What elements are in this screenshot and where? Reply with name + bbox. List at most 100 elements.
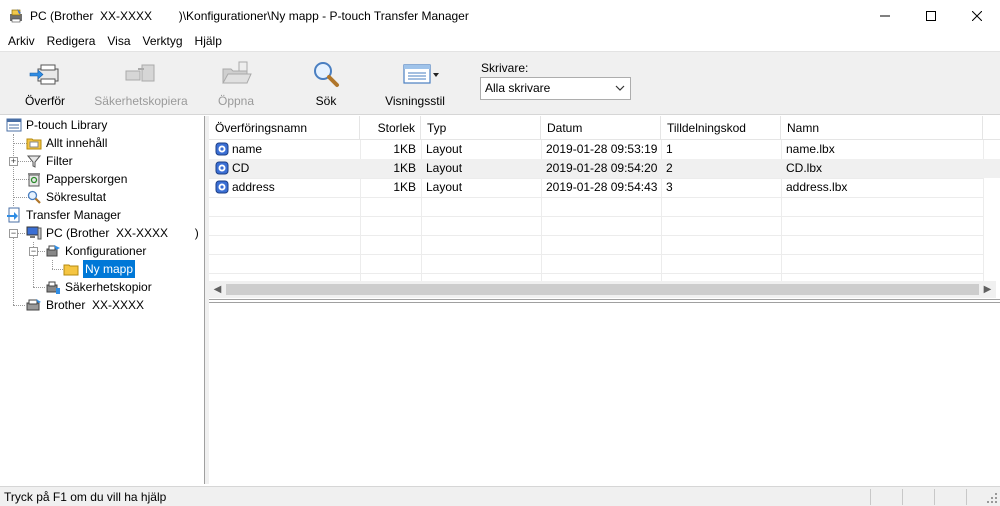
- folder-icon: [63, 264, 79, 276]
- close-icon: [972, 10, 982, 21]
- transfer-button[interactable]: Överför: [16, 52, 74, 114]
- menu-arkiv[interactable]: Arkiv: [2, 31, 41, 51]
- tree-label: Konfigurationer: [65, 244, 147, 258]
- expand-filter-toggle[interactable]: +: [9, 157, 18, 166]
- scroll-right-icon[interactable]: ▶: [979, 281, 996, 298]
- cell-file-name: name.lbx: [786, 142, 835, 156]
- printer-label: Skrivare:: [481, 61, 529, 75]
- table-row[interactable]: name 1KB Layout 2019-01-28 09:53:19 1 na…: [209, 140, 1000, 159]
- layout-file-icon: [215, 142, 229, 156]
- search-label: Sök: [315, 94, 337, 108]
- title-bar: PC (Brother XX-XXXX )\Konfigurationer\Ny…: [0, 0, 1000, 31]
- printer-select-value: Alla skrivare: [485, 81, 551, 95]
- transfer-printer-icon: [29, 64, 59, 85]
- horizontal-scrollbar[interactable]: ◀ ▶: [209, 281, 996, 298]
- view-style-label: Visningsstil: [385, 94, 445, 108]
- window-controls: [862, 0, 1000, 31]
- tree-item-configurations[interactable]: Konfigurationer: [45, 242, 146, 260]
- menu-verktyg[interactable]: Verktyg: [137, 31, 189, 51]
- table-row[interactable]: address 1KB Layout 2019-01-28 09:54:43 3…: [209, 178, 1000, 197]
- cell-size: 1KB: [393, 180, 416, 194]
- tree-label: Transfer Manager: [26, 208, 121, 222]
- maximize-icon: [926, 10, 936, 21]
- view-style-button[interactable]: Visningsstil: [382, 52, 448, 114]
- column-header-code[interactable]: Tilldelningskod: [661, 116, 781, 140]
- menu-redigera[interactable]: Redigera: [41, 31, 102, 51]
- tree-item-backups[interactable]: Säkerhetskopior: [45, 278, 152, 296]
- column-header-type[interactable]: Typ: [421, 116, 541, 140]
- computer-icon: [26, 226, 42, 240]
- menu-visa[interactable]: Visa: [101, 31, 136, 51]
- cell-type: Layout: [426, 180, 463, 194]
- list-header: Överföringsnamn Storlek Typ Datum Tillde…: [209, 116, 1000, 140]
- scroll-left-icon[interactable]: ◀: [209, 281, 226, 298]
- cell-date: 2019-01-28 09:53:19: [546, 142, 658, 156]
- tree-item-ptouch-library[interactable]: P-touch Library: [6, 116, 107, 134]
- printer-select[interactable]: Alla skrivare: [480, 77, 631, 100]
- collapse-configurations-toggle[interactable]: −: [29, 247, 38, 256]
- tree-label: Allt innehåll: [46, 136, 108, 150]
- tree-label: Sökresultat: [46, 190, 107, 204]
- column-header-transfer-name[interactable]: Överföringsnamn: [209, 116, 360, 140]
- minimize-button[interactable]: [862, 0, 908, 31]
- tree-label: PC (Brother XX-XXXX ): [46, 226, 199, 240]
- cell-size: 1KB: [393, 142, 416, 156]
- cell-type: Layout: [426, 161, 463, 175]
- cell-transfer-name: address: [232, 180, 275, 194]
- cell-size: 1KB: [393, 161, 416, 175]
- menu-hjalp[interactable]: Hjälp: [189, 31, 228, 51]
- open-button[interactable]: Öppna: [208, 52, 264, 114]
- recycle-bin-icon: [28, 173, 40, 187]
- tree-label: P-touch Library: [26, 118, 108, 132]
- column-header-date[interactable]: Datum: [541, 116, 661, 140]
- transfer-list: Överföringsnamn Storlek Typ Datum Tillde…: [209, 116, 1000, 300]
- cell-code: 3: [666, 180, 673, 194]
- preview-pane: [209, 302, 1000, 484]
- cell-file-name: address.lbx: [786, 180, 848, 194]
- backup-button[interactable]: Säkerhetskopiera: [92, 52, 190, 114]
- backup-label: Säkerhetskopiera: [94, 94, 188, 108]
- library-icon: [6, 118, 22, 132]
- cell-type: Layout: [426, 142, 463, 156]
- cell-code: 2: [666, 161, 673, 175]
- collapse-pc-toggle[interactable]: −: [9, 229, 18, 238]
- tree-label-selected: Ny mapp: [83, 260, 136, 278]
- cell-transfer-name: CD: [232, 161, 250, 175]
- tree-label: Papperskorgen: [46, 172, 128, 186]
- tree-item-search-results[interactable]: Sökresultat: [26, 188, 106, 206]
- maximize-button[interactable]: [908, 0, 954, 31]
- close-button[interactable]: [954, 0, 1000, 31]
- table-row[interactable]: CD 1KB Layout 2019-01-28 09:54:20 2 CD.l…: [209, 159, 1000, 178]
- tree-item-new-folder[interactable]: Ny mapp: [63, 260, 136, 278]
- app-icon[interactable]: [8, 8, 24, 24]
- tree-item-recycle[interactable]: Papperskorgen: [26, 170, 127, 188]
- filter-icon: [26, 155, 42, 168]
- folder-icon: [26, 138, 42, 150]
- cell-file-name: CD.lbx: [786, 161, 823, 175]
- status-text: Tryck på F1 om du vill ha hjälp: [4, 490, 167, 504]
- scrollbar-thumb[interactable]: [226, 284, 979, 295]
- resize-grip-icon[interactable]: [986, 492, 998, 504]
- tree-label: Filter: [46, 154, 73, 168]
- minimize-icon: [880, 15, 890, 16]
- folder-tree: P-touch Library Allt innehåll + Filter P…: [0, 116, 205, 484]
- column-header-size[interactable]: Storlek: [360, 116, 421, 140]
- tree-item-filter[interactable]: Filter: [26, 152, 73, 170]
- layout-file-icon: [215, 161, 229, 175]
- transfer-label: Överför: [24, 94, 65, 108]
- tree-label: Säkerhetskopior: [65, 280, 152, 294]
- cell-date: 2019-01-28 09:54:20: [546, 161, 658, 175]
- column-header-file-name[interactable]: Namn: [781, 116, 983, 140]
- tree-item-transfer-manager[interactable]: Transfer Manager: [6, 206, 121, 224]
- view-style-icon: [403, 64, 439, 84]
- printer-icon: [26, 299, 41, 311]
- tree-item-brother[interactable]: Brother XX-XXXX: [26, 296, 144, 314]
- search-button[interactable]: Sök: [300, 52, 352, 114]
- status-bar: Tryck på F1 om du vill ha hjälp: [0, 486, 1000, 506]
- cell-code: 1: [666, 142, 673, 156]
- cell-date: 2019-01-28 09:54:43: [546, 180, 658, 194]
- tree-item-pc[interactable]: PC (Brother XX-XXXX ): [26, 224, 199, 242]
- chevron-down-icon: [615, 85, 625, 91]
- tree-item-all-content[interactable]: Allt innehåll: [26, 134, 107, 152]
- cell-transfer-name: name: [232, 142, 263, 156]
